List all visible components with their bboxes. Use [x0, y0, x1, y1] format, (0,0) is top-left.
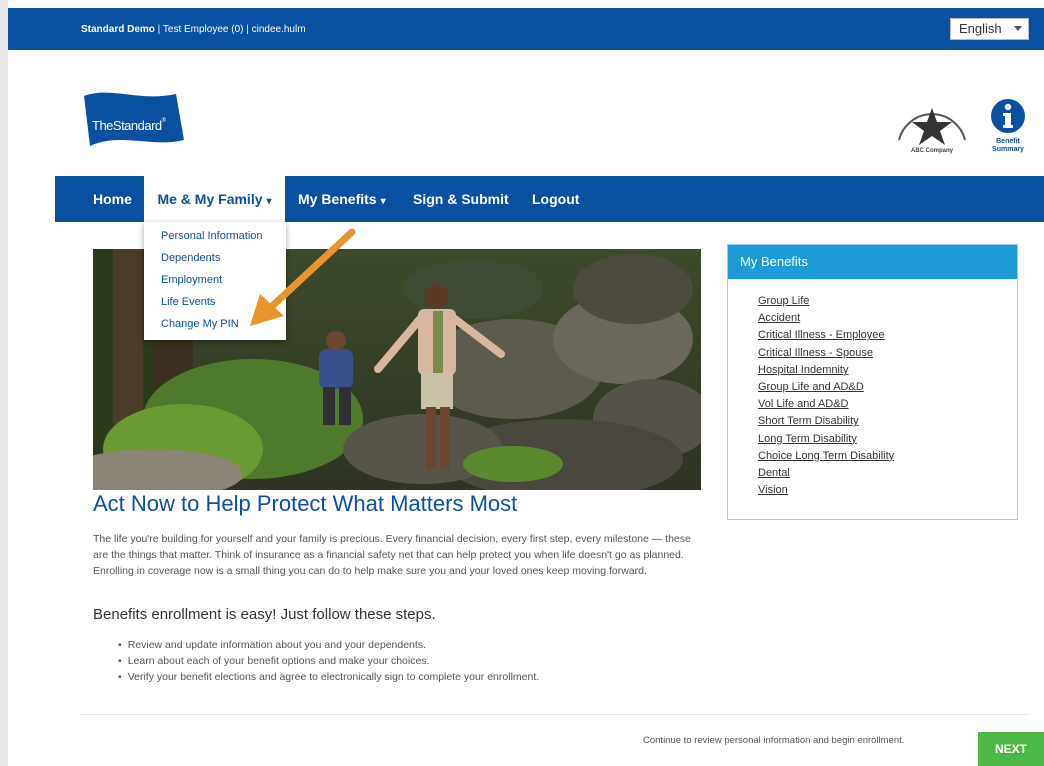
- orange-pointer-arrow-icon: [250, 228, 356, 326]
- user-info: Standard Demo | Test Employee (0) | cind…: [81, 24, 306, 35]
- company-logo: ABC Company: [893, 100, 971, 160]
- page-headline: Act Now to Help Protect What Matters Mos…: [93, 491, 518, 516]
- dropdown-item-dependents[interactable]: Dependents: [161, 252, 220, 264]
- main-nav: Home Me & My Family ▾ My Benefits ▾ Sign &…: [55, 176, 1044, 222]
- chevron-down-icon: ▾: [266, 196, 272, 207]
- dropdown-item-change-pin[interactable]: Change My PIN: [161, 318, 239, 330]
- intro-paragraph: The life you're building for yourself an…: [93, 533, 691, 577]
- list-item: Learn about each of your benefit options…: [118, 653, 539, 669]
- language-select[interactable]: English: [950, 18, 1029, 40]
- benefit-link[interactable]: Accident: [758, 310, 894, 327]
- nav-my-benefits[interactable]: My Benefits ▾: [298, 176, 386, 222]
- benefit-link[interactable]: Vol Life and AD&D: [758, 396, 894, 413]
- list-item: Review and update information about you …: [118, 637, 539, 653]
- benefit-link[interactable]: Dental: [758, 465, 894, 482]
- nav-me-family-label: Me & My Family: [157, 191, 263, 207]
- nav-logout[interactable]: Logout: [532, 176, 579, 222]
- benefit-link[interactable]: Long Term Disability: [758, 431, 894, 448]
- top-bar: Standard Demo | Test Employee (0) | cind…: [8, 8, 1044, 50]
- benefit-link[interactable]: Vision: [758, 482, 894, 499]
- benefit-summary-button[interactable]: Benefit Summary: [982, 98, 1034, 166]
- dropdown-item-employment[interactable]: Employment: [161, 274, 222, 286]
- next-button[interactable]: NEXT: [978, 732, 1044, 766]
- logo-mark: ®: [161, 118, 166, 124]
- list-item: Verify your benefit elections and agree …: [118, 669, 539, 685]
- benefit-link[interactable]: Critical Illness - Spouse: [758, 345, 894, 362]
- nav-me-family[interactable]: Me & My Family ▾: [144, 176, 285, 222]
- page-frame: [0, 0, 8, 766]
- benefit-link[interactable]: Group Life: [758, 293, 894, 310]
- info-icon: [991, 99, 1025, 133]
- my-benefits-title: My Benefits: [728, 245, 1017, 279]
- chevron-down-icon: ▾: [380, 196, 386, 207]
- nav-home[interactable]: Home: [93, 176, 132, 222]
- logo-text: TheStandard: [92, 118, 162, 133]
- nav-sign-submit[interactable]: Sign & Submit: [413, 176, 509, 222]
- company-name: ABC Company: [910, 148, 953, 154]
- benefit-link[interactable]: Critical Illness - Employee: [758, 327, 894, 344]
- benefit-summary-line2: Summary: [992, 146, 1024, 153]
- benefit-link[interactable]: Short Term Disability: [758, 413, 894, 430]
- benefit-link[interactable]: Choice Long Term Disability: [758, 448, 894, 465]
- steps-list: Review and update information about you …: [118, 637, 539, 685]
- benefit-links: Group Life Accident Critical Illness - E…: [758, 293, 894, 499]
- language-value: English: [959, 21, 1002, 36]
- continue-text: Continue to review personal information …: [643, 735, 905, 746]
- nav-my-benefits-label: My Benefits: [298, 191, 377, 207]
- steps-heading: Benefits enrollment is easy! Just follow…: [93, 606, 436, 623]
- dropdown-item-life-events[interactable]: Life Events: [161, 296, 215, 308]
- chevron-down-icon: [1014, 26, 1022, 31]
- benefit-link[interactable]: Group Life and AD&D: [758, 379, 894, 396]
- my-benefits-panel: My Benefits Group Life Accident Critical…: [727, 244, 1018, 520]
- standard-logo[interactable]: TheStandard®: [80, 88, 188, 160]
- footer-divider: [80, 714, 1030, 715]
- benefit-link[interactable]: Hospital Indemnity: [758, 362, 894, 379]
- star-icon: [898, 108, 966, 145]
- benefit-summary-line1: Benefit: [996, 138, 1020, 145]
